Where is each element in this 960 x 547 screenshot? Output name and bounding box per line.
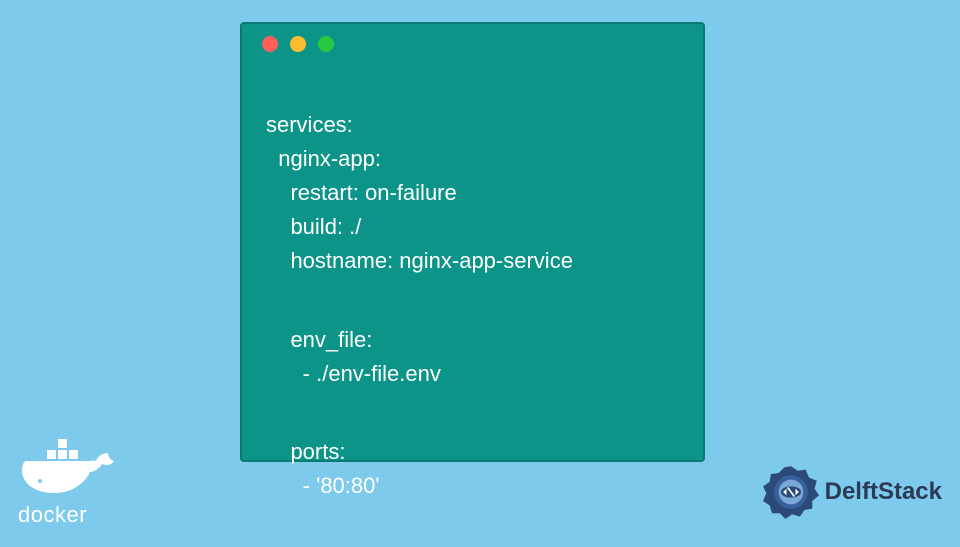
code-window: services: nginx-app: restart: on-failure…: [240, 22, 705, 462]
close-icon[interactable]: [262, 36, 278, 52]
code-line: nginx-app:: [266, 146, 381, 171]
delftstack-logo: DelftStack: [763, 464, 942, 520]
code-line: env_file:: [266, 327, 372, 352]
docker-whale-icon: [18, 435, 118, 495]
window-titlebar: [242, 24, 703, 64]
docker-logo: docker: [18, 435, 128, 528]
code-line: ports:: [266, 439, 345, 464]
delftstack-label: DelftStack: [825, 478, 942, 506]
minimize-icon[interactable]: [290, 36, 306, 52]
gear-icon: [763, 464, 819, 520]
code-line: - '80:80': [266, 473, 380, 498]
code-line: hostname: nginx-app-service: [266, 248, 573, 273]
code-content: services: nginx-app: restart: on-failure…: [242, 64, 703, 547]
code-line: services:: [266, 112, 353, 137]
code-line: restart: on-failure: [266, 180, 457, 205]
code-line: - ./env-file.env: [266, 361, 441, 386]
code-line: build: ./: [266, 214, 361, 239]
maximize-icon[interactable]: [318, 36, 334, 52]
docker-label: docker: [18, 502, 128, 528]
